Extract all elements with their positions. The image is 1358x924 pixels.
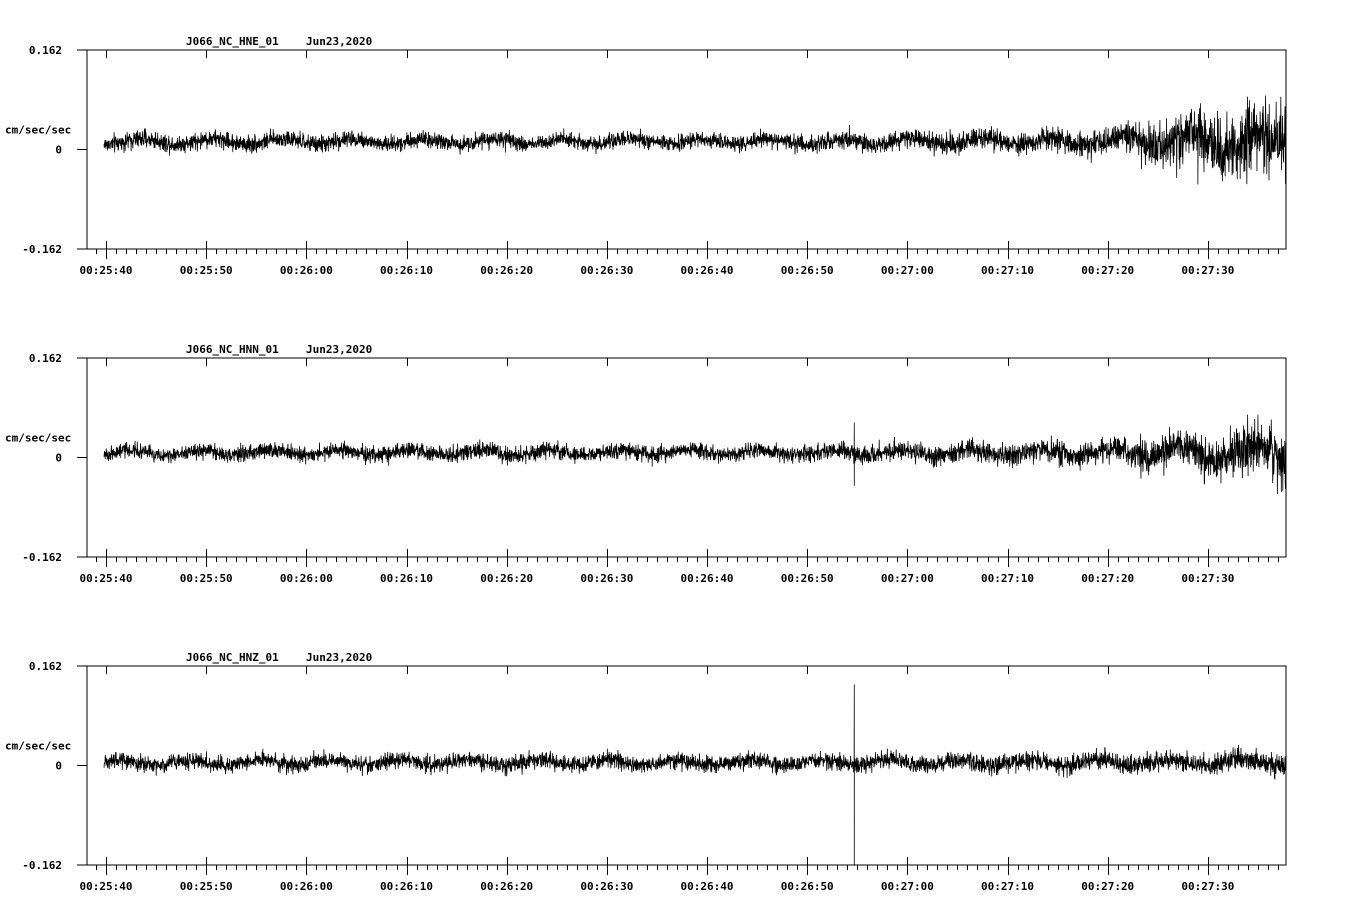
x-tick-label: 00:25:50 bbox=[180, 264, 233, 277]
x-tick-label: 00:27:10 bbox=[981, 264, 1034, 277]
date-label: Jun23,2020 bbox=[306, 343, 372, 356]
x-tick-label: 00:26:20 bbox=[480, 880, 533, 893]
x-tick-label: 00:27:00 bbox=[881, 264, 934, 277]
station-label: J066_NC_HNZ_01 bbox=[186, 651, 279, 664]
y-mid-label: 0 bbox=[55, 452, 62, 465]
seismogram-figure: J066_NC_HNE_01 Jun23,2020 0.162 0 -0.162 cm/s… bbox=[5, 35, 1287, 893]
x-tick-label: 00:25:50 bbox=[180, 572, 233, 585]
y-bottom-label: -0.162 bbox=[22, 243, 62, 256]
seismic-trace bbox=[103, 95, 1287, 185]
date-label: Jun23,2020 bbox=[306, 651, 372, 664]
x-tick-label: 00:27:10 bbox=[981, 880, 1034, 893]
seismogram-panel: J066_NC_HNZ_01 Jun23,2020 0.162 0 -0.162 cm/s… bbox=[5, 651, 1287, 893]
x-tick-label: 00:25:40 bbox=[80, 880, 133, 893]
x-tick-label: 00:26:30 bbox=[580, 880, 633, 893]
x-tick-label: 00:27:20 bbox=[1081, 572, 1134, 585]
x-tick-label: 00:25:40 bbox=[80, 264, 133, 277]
x-tick-label: 00:26:20 bbox=[480, 264, 533, 277]
x-tick-label: 00:27:30 bbox=[1181, 572, 1234, 585]
plot-frame bbox=[86, 357, 1287, 558]
y-axis-unit-label: cm/sec/sec bbox=[5, 432, 71, 445]
seismogram-panel: J066_NC_HNE_01 Jun23,2020 0.162 0 -0.162 cm/s… bbox=[5, 35, 1287, 277]
y-axis-unit-label: cm/sec/sec bbox=[5, 124, 71, 137]
x-tick-label: 00:27:00 bbox=[881, 880, 934, 893]
y-mid-label: 0 bbox=[55, 144, 62, 157]
x-tick-label: 00:27:00 bbox=[881, 572, 934, 585]
x-tick-label: 00:26:40 bbox=[681, 572, 734, 585]
y-bottom-label: -0.162 bbox=[22, 551, 62, 564]
x-tick-label: 00:26:40 bbox=[681, 880, 734, 893]
seismic-trace bbox=[103, 684, 1287, 866]
x-tick-label: 00:26:30 bbox=[580, 264, 633, 277]
y-top-label: 0.162 bbox=[29, 352, 62, 365]
y-bottom-label: -0.162 bbox=[22, 859, 62, 872]
x-tick-label: 00:26:00 bbox=[280, 880, 333, 893]
x-tick-label: 00:26:30 bbox=[580, 572, 633, 585]
x-tick-label: 00:26:00 bbox=[280, 264, 333, 277]
x-tick-label: 00:27:30 bbox=[1181, 880, 1234, 893]
x-tick-label: 00:27:20 bbox=[1081, 264, 1134, 277]
station-label: J066_NC_HNE_01 bbox=[186, 35, 279, 48]
x-tick-label: 00:26:50 bbox=[781, 880, 834, 893]
x-tick-label: 00:27:10 bbox=[981, 572, 1034, 585]
seismic-trace bbox=[103, 414, 1287, 495]
x-tick-label: 00:26:10 bbox=[380, 264, 433, 277]
station-label: J066_NC_HNN_01 bbox=[186, 343, 279, 356]
x-tick-label: 00:25:50 bbox=[180, 880, 233, 893]
x-tick-label: 00:25:40 bbox=[80, 572, 133, 585]
x-tick-label: 00:26:10 bbox=[380, 572, 433, 585]
x-tick-label: 00:26:20 bbox=[480, 572, 533, 585]
y-top-label: 0.162 bbox=[29, 44, 62, 57]
x-tick-label: 00:26:00 bbox=[280, 572, 333, 585]
seismogram-panel: J066_NC_HNN_01 Jun23,2020 0.162 0 -0.162 cm/s… bbox=[5, 343, 1287, 585]
y-axis-unit-label: cm/sec/sec bbox=[5, 740, 71, 753]
x-tick-label: 00:26:10 bbox=[380, 880, 433, 893]
x-tick-label: 00:27:30 bbox=[1181, 264, 1234, 277]
y-top-label: 0.162 bbox=[29, 660, 62, 673]
x-tick-label: 00:27:20 bbox=[1081, 880, 1134, 893]
x-tick-label: 00:26:50 bbox=[781, 572, 834, 585]
x-tick-label: 00:26:40 bbox=[681, 264, 734, 277]
y-mid-label: 0 bbox=[55, 760, 62, 773]
x-tick-label: 00:26:50 bbox=[781, 264, 834, 277]
date-label: Jun23,2020 bbox=[306, 35, 372, 48]
